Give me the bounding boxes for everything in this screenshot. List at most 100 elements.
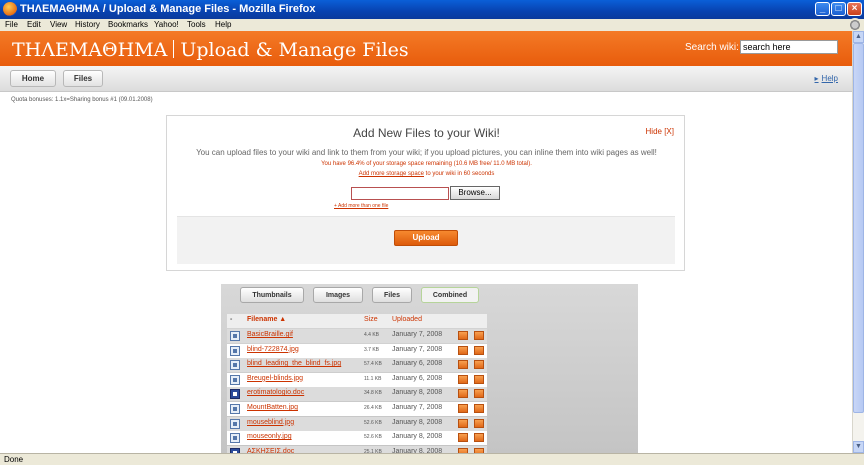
file-size: 3.7 KB <box>364 346 380 353</box>
search-label: Search wiki: <box>685 42 739 53</box>
delete-file-icon[interactable] <box>474 418 484 428</box>
vertical-scrollbar[interactable]: ▲ ▼ <box>852 31 864 453</box>
table-row[interactable]: blind-722874.jpg 3.7 KB January 7, 2008 <box>227 343 487 358</box>
status-bar: Done <box>0 453 864 465</box>
tab-combined[interactable]: Combined <box>421 287 479 303</box>
upload-panel: Add New Files to your Wiki! Hide [X] You… <box>166 115 685 271</box>
delete-file-icon[interactable] <box>474 389 484 399</box>
tab-files-view[interactable]: Files <box>372 287 412 303</box>
table-row[interactable]: mouseblind.jpg 52.6 KB January 8, 2008 <box>227 416 487 431</box>
image-file-icon <box>230 433 240 444</box>
menu-edit[interactable]: Edit <box>27 20 41 29</box>
edit-file-icon[interactable] <box>458 374 468 384</box>
file-date: January 7, 2008 <box>392 331 443 338</box>
menu-help[interactable]: Help <box>215 20 231 29</box>
menu-bookmarks[interactable]: Bookmarks <box>108 20 148 29</box>
edit-file-icon[interactable] <box>458 404 468 413</box>
file-size: 52.6 KB <box>364 434 382 441</box>
add-more-files-link[interactable]: + Add more than one file <box>334 203 388 209</box>
file-name-link[interactable]: Breugel-blinds.jpg <box>247 375 303 382</box>
table-row[interactable]: blind_leading_the_blind_fs.jpg 57.4 KB Jan… <box>227 358 487 373</box>
file-date: January 7, 2008 <box>392 345 443 353</box>
close-button[interactable]: × <box>847 2 862 16</box>
scroll-up-icon[interactable]: ▲ <box>853 31 864 43</box>
menu-bar: File Edit View History Bookmarks Yahoo! … <box>0 19 864 31</box>
document-icon <box>230 389 240 400</box>
table-row[interactable]: Breugel-blinds.jpg 11.1 KB January 6, 2008 <box>227 372 487 387</box>
file-date: January 8, 2008 <box>392 418 443 426</box>
delete-file-icon[interactable] <box>474 404 484 413</box>
browse-button[interactable]: Browse... <box>450 186 500 200</box>
select-all-toggle[interactable]: - <box>230 316 240 326</box>
delete-file-icon[interactable] <box>474 331 484 340</box>
image-file-icon <box>230 360 240 371</box>
help-arrow-icon: ▸ <box>814 74 819 83</box>
file-name-link[interactable]: mouseonly.jpg <box>247 433 292 440</box>
file-name-link[interactable]: mouseblind.jpg <box>247 419 294 426</box>
more-storage-line: Add more storage space to your wiki in 6… <box>167 171 686 177</box>
tab-images[interactable]: Images <box>313 287 363 303</box>
menu-tools[interactable]: Tools <box>187 20 206 29</box>
upload-button[interactable]: Upload <box>394 230 458 246</box>
table-row[interactable]: erotimatologio.doc 34.8 KB January 8, 2008 <box>227 387 487 402</box>
edit-file-icon[interactable] <box>458 433 468 443</box>
help-link[interactable]: ▸ Help <box>815 74 838 83</box>
quota-bonus-text: Quota bonuses: 1.1x=Sharing bonus #1 (09… <box>11 97 153 103</box>
tab-home[interactable]: Home <box>10 70 56 87</box>
delete-file-icon[interactable] <box>474 345 484 355</box>
edit-file-icon[interactable] <box>458 360 468 370</box>
file-size: 11.1 KB <box>364 375 382 382</box>
menu-file[interactable]: File <box>5 20 18 29</box>
add-storage-link[interactable]: Add more storage space <box>359 171 424 177</box>
table-header: - Filename ▲ Size Uploaded <box>227 314 487 328</box>
delete-file-icon[interactable] <box>474 360 484 370</box>
edit-file-icon[interactable] <box>458 345 468 355</box>
col-filename[interactable]: Filename ▲ <box>247 316 286 323</box>
menu-history[interactable]: History <box>75 20 100 29</box>
upload-title: Add New Files to your Wiki! <box>353 126 500 140</box>
maximize-button[interactable]: □ <box>831 2 846 16</box>
table-row[interactable]: MountBatten.jpg 26.4 KB January 7, 2008 <box>227 402 487 416</box>
file-date: January 8, 2008 <box>392 433 443 441</box>
edit-file-icon[interactable] <box>458 389 468 399</box>
file-size: 34.8 KB <box>364 390 382 397</box>
hide-upload-link[interactable]: Hide [X] <box>646 127 674 136</box>
tab-thumbnails[interactable]: Thumbnails <box>240 287 304 303</box>
brand-divider <box>173 40 175 58</box>
file-date: January 6, 2008 <box>392 360 443 368</box>
file-name-link[interactable]: blind_leading_the_blind_fs.jpg <box>247 360 341 367</box>
site-header: ΤΗΛΕΜΑΘΗΜΑ Upload & Manage Files Search w… <box>0 31 852 66</box>
window-title-bar[interactable]: ΤΗΛΕΜΑΘΗΜΑ / Upload & Manage Files - Moz… <box>0 0 864 19</box>
file-name-link[interactable]: erotimatologio.doc <box>247 389 304 396</box>
files-panel: Thumbnails Images Files Combined - Filen… <box>221 284 638 453</box>
image-file-icon <box>230 404 240 414</box>
file-path-input[interactable] <box>351 187 449 200</box>
table-row[interactable]: mouseonly.jpg 52.6 KB January 8, 2008 <box>227 431 487 446</box>
page-viewport: ΤΗΛΕΜΑΘΗΜΑ Upload & Manage Files Search w… <box>0 31 852 453</box>
file-size: 52.6 KB <box>364 419 382 426</box>
scroll-down-icon[interactable]: ▼ <box>853 441 864 453</box>
edit-file-icon[interactable] <box>458 331 468 340</box>
image-file-icon <box>230 345 240 356</box>
table-row[interactable]: ΑΣΚΗΣΕΙΣ.doc 25.1 KB January 8, 2008 <box>227 445 487 453</box>
delete-file-icon[interactable] <box>474 433 484 443</box>
table-row[interactable]: BasicBraille.gif 4.4 KB January 7, 2008 <box>227 329 487 343</box>
col-uploaded[interactable]: Uploaded <box>392 316 422 323</box>
image-file-icon <box>230 418 240 429</box>
site-brand[interactable]: ΤΗΛΕΜΑΘΗΜΑ Upload & Manage Files <box>12 39 409 61</box>
search-input[interactable] <box>740 40 838 54</box>
menu-view[interactable]: View <box>50 20 67 29</box>
scroll-thumb[interactable] <box>853 43 864 413</box>
col-size[interactable]: Size <box>364 316 378 323</box>
file-name-link[interactable]: blind-722874.jpg <box>247 346 299 353</box>
nav-bar: Home Files ▸ Help <box>0 66 852 92</box>
upload-footer: Upload <box>177 216 675 264</box>
wiki-name: ΤΗΛΕΜΑΘΗΜΑ <box>12 39 168 61</box>
file-name-link[interactable]: MountBatten.jpg <box>247 404 298 411</box>
delete-file-icon[interactable] <box>474 374 484 384</box>
minimize-button[interactable]: _ <box>815 2 830 16</box>
edit-file-icon[interactable] <box>458 418 468 428</box>
file-name-link[interactable]: BasicBraille.gif <box>247 331 293 338</box>
menu-yahoo[interactable]: Yahoo! <box>154 20 179 29</box>
tab-files[interactable]: Files <box>63 70 103 87</box>
